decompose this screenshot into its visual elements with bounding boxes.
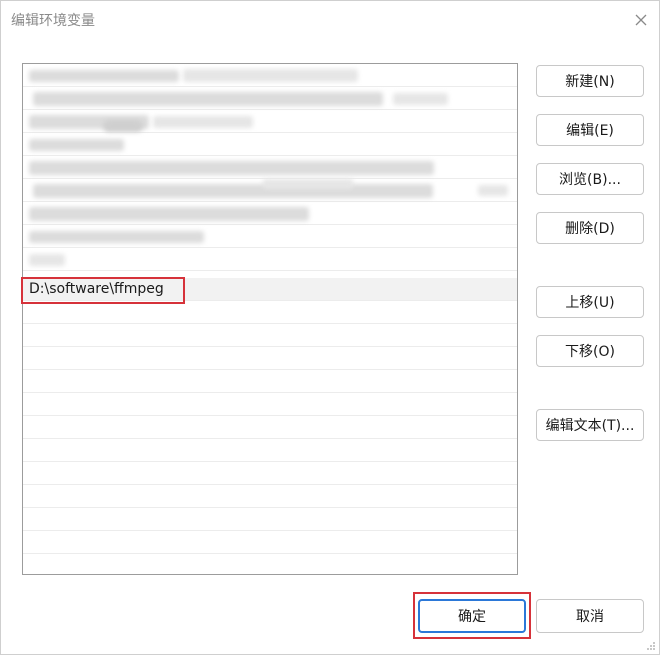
list-item[interactable] <box>23 416 517 439</box>
resize-grip-icon[interactable] <box>646 641 656 651</box>
delete-button[interactable]: 删除(D) <box>536 212 644 244</box>
edit-text-button[interactable]: 编辑文本(T)... <box>536 409 644 441</box>
browse-button[interactable]: 浏览(B)... <box>536 163 644 195</box>
list-item[interactable] <box>23 393 517 416</box>
list-item[interactable] <box>23 531 517 554</box>
list-item[interactable] <box>23 324 517 347</box>
list-item[interactable] <box>23 64 517 87</box>
list-item[interactable] <box>23 439 517 462</box>
title-bar: 编辑环境变量 <box>1 1 659 39</box>
list-item[interactable] <box>23 508 517 531</box>
list-item[interactable] <box>23 133 517 156</box>
list-item[interactable] <box>23 485 517 508</box>
list-item[interactable] <box>23 156 517 179</box>
list-item[interactable] <box>23 554 517 574</box>
list-item[interactable] <box>23 179 517 202</box>
dialog-title: 编辑环境变量 <box>11 13 95 29</box>
edit-environment-variable-dialog: 编辑环境变量 D:\software\ffmpeg 新建(N) 编辑(E) 浏览… <box>0 0 660 655</box>
list-item[interactable] <box>23 370 517 393</box>
move-down-button[interactable]: 下移(O) <box>536 335 644 367</box>
list-item[interactable] <box>23 110 517 133</box>
list-item-text: D:\software\ffmpeg <box>29 281 164 297</box>
cancel-button[interactable]: 取消 <box>536 599 644 633</box>
edit-button[interactable]: 编辑(E) <box>536 114 644 146</box>
list-item-ffmpeg-path[interactable]: D:\software\ffmpeg <box>23 278 517 301</box>
close-button[interactable] <box>627 7 655 33</box>
list-item[interactable] <box>23 347 517 370</box>
close-icon <box>635 14 647 26</box>
move-up-button[interactable]: 上移(U) <box>536 286 644 318</box>
path-entries-list[interactable]: D:\software\ffmpeg <box>22 63 518 575</box>
list-item[interactable] <box>23 202 517 225</box>
ok-button[interactable]: 确定 <box>418 599 526 633</box>
list-item[interactable] <box>23 301 517 324</box>
list-item[interactable] <box>23 225 517 248</box>
list-item[interactable] <box>23 462 517 485</box>
list-item[interactable] <box>23 87 517 110</box>
new-button[interactable]: 新建(N) <box>536 65 644 97</box>
list-item[interactable] <box>23 248 517 271</box>
